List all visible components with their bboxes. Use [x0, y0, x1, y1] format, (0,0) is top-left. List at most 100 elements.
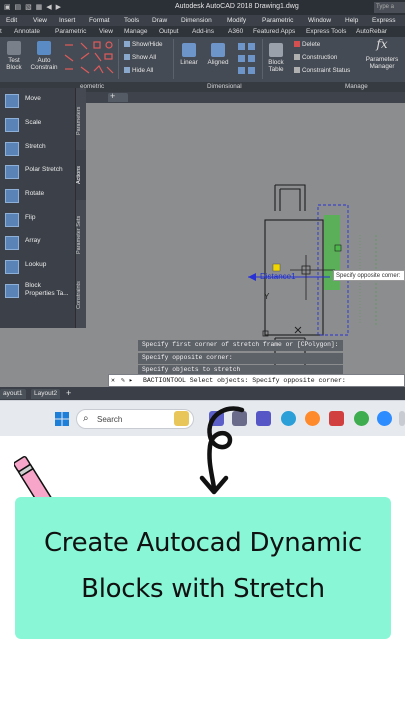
show-hide-button[interactable]: Show/Hide — [124, 41, 162, 48]
palette-item-flip[interactable]: Flip — [3, 210, 73, 230]
window-title: Autodesk AutoCAD 2018 Drawing1.dwg — [175, 3, 299, 10]
palette-item-scale[interactable]: Scale — [3, 115, 73, 135]
menu-express[interactable]: Express — [372, 16, 395, 24]
menu-edit[interactable]: Edit — [6, 16, 17, 24]
stretch-icon — [5, 142, 19, 156]
chrome-icon[interactable] — [354, 411, 369, 426]
palette-item-move[interactable]: Move — [3, 91, 73, 111]
tab-manage[interactable]: Manage — [124, 28, 148, 35]
menu-draw[interactable]: Draw — [152, 16, 167, 24]
menu-dimension[interactable]: Dimension — [181, 16, 212, 24]
menu-window[interactable]: Window — [308, 16, 331, 24]
screen: ▣ ▤ ▧ ▦ ◀ ▶ Autodesk AutoCAD 2018 Drawin… — [0, 0, 405, 720]
fx-icon: fx — [376, 37, 388, 51]
palette-side-tabs: Parameters Actions Parameter Sets Constr… — [76, 88, 86, 328]
menu-tools[interactable]: Tools — [124, 16, 139, 24]
palette-item-stretch[interactable]: Stretch — [3, 139, 73, 159]
distance-parameter-label[interactable]: Distance1 — [260, 272, 296, 281]
windows-start-icon[interactable] — [55, 412, 69, 426]
menu-bar: Edit View Insert Format Tools Draw Dimen… — [0, 15, 405, 26]
ribbon-separator — [118, 39, 119, 79]
tab-parametric[interactable]: Parametric — [55, 28, 86, 35]
ribbon-separator — [173, 39, 174, 79]
menu-parametric[interactable]: Parametric — [262, 16, 293, 24]
show-all-button[interactable]: Show All — [124, 54, 156, 61]
document-tabs: + — [78, 91, 405, 103]
tab-autorebar[interactable]: AutoRebar — [356, 28, 387, 35]
hide-all-button[interactable]: Hide All — [124, 67, 153, 74]
quick-access-toolbar[interactable]: ▣ ▤ ▧ ▦ ◀ ▶ — [4, 3, 62, 11]
firefox-icon[interactable] — [305, 411, 320, 426]
search-box[interactable]: Type a — [374, 2, 405, 13]
new-tab-icon[interactable]: + — [110, 91, 115, 101]
tab-featured-apps[interactable]: Featured Apps — [253, 28, 295, 35]
tab-a360[interactable]: A360 — [228, 28, 243, 35]
aligned-dimension-icon — [211, 43, 225, 57]
linear-button[interactable]: Linear — [177, 43, 201, 66]
menu-modify[interactable]: Modify — [227, 16, 246, 24]
banner-title-line2: Blocks with Stretch — [81, 574, 325, 604]
rotate-icon — [5, 189, 19, 203]
block-table-button[interactable]: Block Table — [264, 43, 288, 73]
parameters-manager-button[interactable]: fx Parameters Manager — [363, 37, 401, 70]
menu-help[interactable]: Help — [345, 16, 358, 24]
tab-express-tools[interactable]: Express Tools — [306, 28, 346, 35]
menu-insert[interactable]: Insert — [59, 16, 75, 24]
edge-icon[interactable] — [281, 411, 296, 426]
tab-output[interactable]: Output — [159, 28, 179, 35]
delete-button[interactable]: Delete — [294, 41, 320, 48]
construction-icon — [294, 54, 300, 60]
search-icon: ⌕ — [83, 413, 89, 424]
curly-arrow-icon — [199, 406, 245, 495]
block-properties-table-icon — [5, 284, 19, 298]
palette-item-lookup[interactable]: Lookup — [3, 257, 73, 277]
tab-add-ins[interactable]: Add-ins — [192, 28, 214, 35]
tab-parameters[interactable]: Parameters — [76, 96, 86, 146]
ribbon-panel: Test Block Auto Constrain Show/Hide Show… — [0, 37, 405, 82]
close-icon[interactable]: ✕ — [111, 376, 115, 384]
tab-layout1[interactable]: ayout1 — [0, 389, 26, 399]
wrench-icon[interactable]: ✎ ▸ — [121, 376, 133, 384]
tab-view[interactable]: View — [99, 28, 113, 35]
command-history-line: Specify opposite corner: — [140, 352, 235, 362]
test-block-icon — [7, 41, 21, 55]
app-red-icon[interactable] — [329, 411, 344, 426]
palette-item-array[interactable]: Array — [3, 233, 73, 253]
palette-item-polar-stretch[interactable]: Polar Stretch — [3, 162, 73, 182]
lookup-icon — [5, 260, 19, 274]
panel-manage-label: Manage — [345, 83, 368, 90]
autocad-window: ▣ ▤ ▧ ▦ ◀ ▶ Autodesk AutoCAD 2018 Drawin… — [0, 0, 405, 400]
command-line[interactable]: ✕ ✎ ▸ BACTIONTOOL Select objects: Specif… — [108, 374, 405, 387]
constraint-status-icon — [294, 67, 300, 73]
command-history-line: Specify objects to stretch — [140, 365, 243, 374]
title-bar: ▣ ▤ ▧ ▦ ◀ ▶ Autodesk AutoCAD 2018 Drawin… — [0, 0, 405, 15]
menu-format[interactable]: Format — [89, 16, 110, 24]
command-prompt[interactable]: BACTIONTOOL Select objects: Specify oppo… — [143, 377, 346, 384]
title-banner: Create Autocad Dynamic Blocks with Stret… — [15, 497, 391, 639]
auto-constrain-button[interactable]: Auto Constrain — [28, 41, 60, 71]
aligned-button[interactable]: Aligned — [204, 43, 232, 66]
geometric-constraints-icons[interactable] — [63, 41, 115, 77]
overflow-icon[interactable] — [399, 411, 405, 426]
ribbon-separator — [262, 39, 263, 79]
banner-title-line1: Create Autocad Dynamic — [43, 528, 363, 558]
palette-item-rotate[interactable]: Rotate — [3, 186, 73, 206]
menu-view[interactable]: View — [33, 16, 47, 24]
tab-layout2[interactable]: Layout2 — [31, 389, 61, 399]
linear-dimension-icon — [182, 43, 196, 57]
construction-button[interactable]: Construction — [294, 54, 337, 61]
tab-parameter-sets[interactable]: Parameter Sets — [76, 202, 86, 268]
panel-dimensional-label: Dimensional — [207, 83, 242, 90]
cursor-tooltip: Specify opposite corner: — [333, 270, 405, 281]
palette-item-block-properties-table[interactable]: Block Properties Ta... — [3, 281, 73, 301]
tab-insert[interactable]: t — [0, 28, 2, 35]
tab-actions[interactable]: Actions — [76, 150, 86, 200]
add-layout-icon[interactable]: + — [66, 388, 71, 398]
test-block-button[interactable]: Test Block — [3, 41, 25, 71]
constraint-status-button[interactable]: Constraint Status — [294, 67, 350, 74]
tab-annotate[interactable]: Annotate — [14, 28, 40, 35]
dimension-small-icons[interactable] — [236, 41, 260, 77]
zoom-icon[interactable] — [377, 411, 392, 426]
widgets-icon[interactable] — [174, 411, 189, 426]
tab-constraints[interactable]: Constraints — [76, 270, 86, 320]
